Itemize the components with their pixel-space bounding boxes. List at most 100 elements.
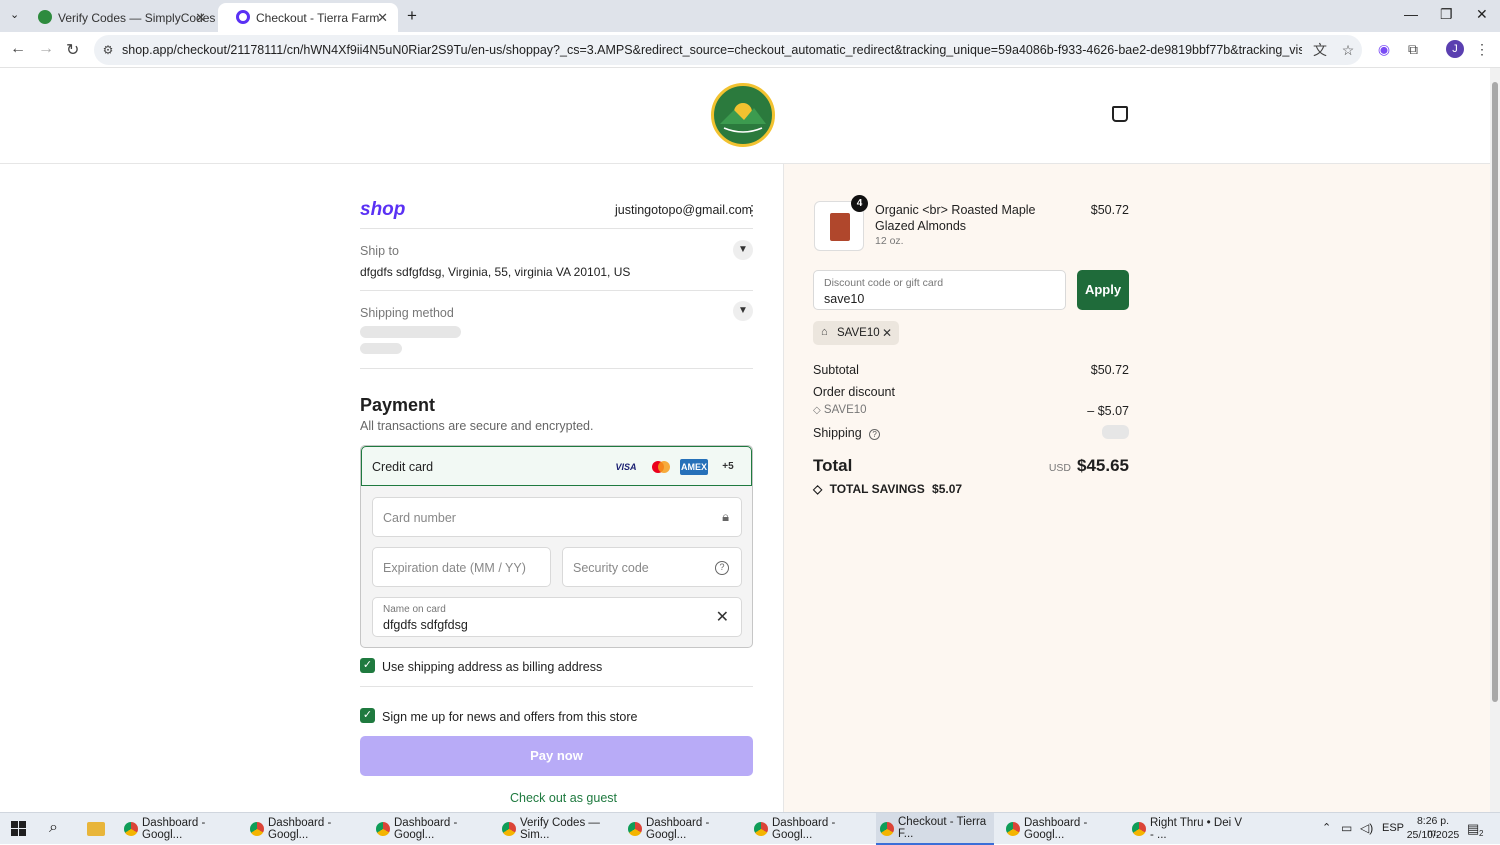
restore-icon[interactable]: ❐ <box>1440 6 1453 23</box>
taskbar-app[interactable]: Dashboard - Googl... <box>372 813 490 845</box>
taskbar-app[interactable]: Dashboard - Googl... <box>246 813 364 845</box>
news-checkbox[interactable]: ✓ <box>360 708 375 723</box>
bookmark-star-icon[interactable]: ☆ <box>1340 42 1356 58</box>
extension-app-icon[interactable]: ◉ <box>1376 41 1392 57</box>
chrome-icon <box>880 822 894 836</box>
shipping-help-icon[interactable]: ? <box>869 429 881 440</box>
name-on-card-value: dfgdfs sdfgfdsg <box>383 618 468 632</box>
tray-chevron-up-icon[interactable]: ⌃ <box>1322 821 1331 834</box>
close-tab-icon[interactable]: ✕ <box>195 10 206 26</box>
taskbar-app[interactable]: Dashboard - Googl... <box>120 813 238 845</box>
ship-to-label: Ship to <box>360 244 399 258</box>
translate-icon[interactable]: 文 <box>1312 42 1328 58</box>
divider <box>360 686 753 687</box>
chrome-icon <box>628 822 642 836</box>
notifications-icon[interactable]: ▤ <box>1467 821 1479 837</box>
name-on-card-field[interactable]: Name on card dfgdfs sdfgfdsg ✕ <box>372 597 742 637</box>
tab-title: Verify Codes — SimplyCodes <box>58 10 216 25</box>
browser-menu-icon[interactable]: ⋮ <box>1474 41 1490 57</box>
expiration-date-field[interactable]: Expiration date (MM / YY) <box>372 547 551 587</box>
discount-amount: – $5.07 <box>1087 404 1129 418</box>
new-tab-icon[interactable]: + <box>407 6 417 26</box>
taskbar-app[interactable]: Dashboard - Googl... <box>1002 813 1120 845</box>
total-value: $45.65 <box>1077 456 1129 475</box>
credit-card-label: Credit card <box>372 460 434 474</box>
remove-discount-icon[interactable]: ✕ <box>882 326 892 340</box>
shipping-row: Shipping ? <box>813 426 881 440</box>
apply-button[interactable]: Apply <box>1077 270 1129 310</box>
url-text[interactable]: shop.app/checkout/21178111/cn/hWN4Xf9ii4… <box>122 43 1302 57</box>
taskbar-app-active[interactable]: Checkout - Tierra F... <box>876 813 994 845</box>
billing-checkbox[interactable]: ✓ <box>360 658 375 673</box>
close-window-icon[interactable]: ✕ <box>1476 6 1488 23</box>
chrome-icon <box>502 822 516 836</box>
volume-icon[interactable]: ◁) <box>1360 821 1373 835</box>
chrome-icon <box>1006 822 1020 836</box>
tab-checkout[interactable]: Checkout - Tierra Farm ✕ <box>218 3 398 32</box>
checkout-as-guest-link[interactable]: Check out as guest <box>510 791 617 805</box>
visa-icon: VISA <box>615 462 637 472</box>
clock-date[interactable]: 25/10/2025 <box>1406 829 1460 841</box>
divider <box>360 290 753 291</box>
file-explorer-icon[interactable] <box>87 822 105 836</box>
taskbar-app-label: Verify Codes — Sim... <box>520 817 600 841</box>
back-icon[interactable]: ← <box>10 40 26 58</box>
ship-to-chevron-down-icon[interactable]: ▼ <box>733 240 753 260</box>
help-icon[interactable]: ? <box>715 561 729 575</box>
total-savings: ◇ TOTAL SAVINGS $5.07 <box>813 482 962 496</box>
product-quantity-badge: 4 <box>851 195 868 212</box>
card-number-placeholder: Card number <box>383 511 456 525</box>
reload-icon[interactable]: ↻ <box>66 40 79 60</box>
tab-verify-codes[interactable]: Verify Codes — SimplyCodes ✕ <box>20 3 216 32</box>
site-info-icon[interactable]: ⚙ <box>100 42 116 58</box>
product-price: $50.72 <box>1090 203 1129 217</box>
cart-bag-icon[interactable] <box>1112 106 1128 122</box>
taskbar-app[interactable]: Verify Codes — Sim... <box>498 813 616 845</box>
shipping-method-chevron-down-icon[interactable]: ▼ <box>733 301 753 321</box>
tierra-farm-logo[interactable] <box>711 83 775 147</box>
language-indicator[interactable]: ESP <box>1382 822 1404 834</box>
taskbar-app[interactable]: Right Thru • Dei V - ... <box>1128 813 1246 845</box>
store-header <box>0 68 1490 164</box>
total-savings-value: $5.07 <box>932 482 963 496</box>
card-number-field[interactable]: Card number 🔒︎ <box>372 497 742 537</box>
pay-now-button[interactable]: Pay now <box>360 736 753 776</box>
windows-start-icon[interactable] <box>11 821 26 836</box>
tag-icon: ⌂ <box>821 326 828 338</box>
discount-line: ◇ SAVE10 <box>813 404 867 416</box>
credit-card-panel: Credit card VISA AMEX +5 Card number 🔒︎ … <box>360 445 753 648</box>
divider <box>360 368 753 369</box>
forward-icon[interactable]: → <box>38 40 54 58</box>
mastercard-icon <box>648 459 674 475</box>
checkout-page: shop justingotopo@gmail.com ⋮ Ship to ▼ … <box>0 68 1490 812</box>
subtotal-label: Subtotal <box>813 363 859 377</box>
notification-count: 2 <box>1479 829 1484 838</box>
taskbar-app[interactable]: Dashboard - Googl... <box>750 813 868 845</box>
amex-icon: AMEX <box>680 459 708 475</box>
more-brands-badge: +5 <box>722 461 734 472</box>
order-discount-label: Order discount <box>813 385 895 399</box>
clear-icon[interactable]: ✕ <box>716 607 729 627</box>
subtotal-value: $50.72 <box>1090 363 1129 377</box>
address-bar[interactable]: ⚙ shop.app/checkout/21178111/cn/hWN4Xf9i… <box>94 35 1362 65</box>
search-icon[interactable]: ⌕ <box>49 819 58 837</box>
payment-subtitle: All transactions are secure and encrypte… <box>360 419 594 433</box>
tab-search-icon[interactable]: ⌄ <box>10 8 19 21</box>
account-menu-icon[interactable]: ⋮ <box>745 202 759 219</box>
taskbar-app[interactable]: Dashboard - Googl... <box>624 813 742 845</box>
shipping-label: Shipping <box>813 426 862 440</box>
scrollbar-thumb[interactable] <box>1492 82 1498 702</box>
profile-avatar[interactable]: J <box>1446 40 1464 58</box>
billing-checkbox-label: Use shipping address as billing address <box>382 660 603 674</box>
minimize-icon[interactable]: — <box>1404 6 1418 22</box>
network-icon[interactable]: ▭ <box>1341 821 1352 835</box>
taskbar-app-label: Dashboard - Googl... <box>394 817 458 841</box>
close-tab-icon[interactable]: ✕ <box>377 10 388 26</box>
discount-code-field[interactable]: Discount code or gift card save10 <box>813 270 1066 310</box>
extensions-icon[interactable]: ⧉ <box>1405 41 1421 57</box>
taskbar-app-label: Dashboard - Googl... <box>772 817 836 841</box>
security-code-field[interactable]: Security code ? <box>562 547 742 587</box>
currency-label: USD <box>1048 462 1071 474</box>
page-scrollbar[interactable] <box>1490 68 1500 812</box>
credit-card-option[interactable]: Credit card VISA AMEX +5 <box>361 446 752 486</box>
